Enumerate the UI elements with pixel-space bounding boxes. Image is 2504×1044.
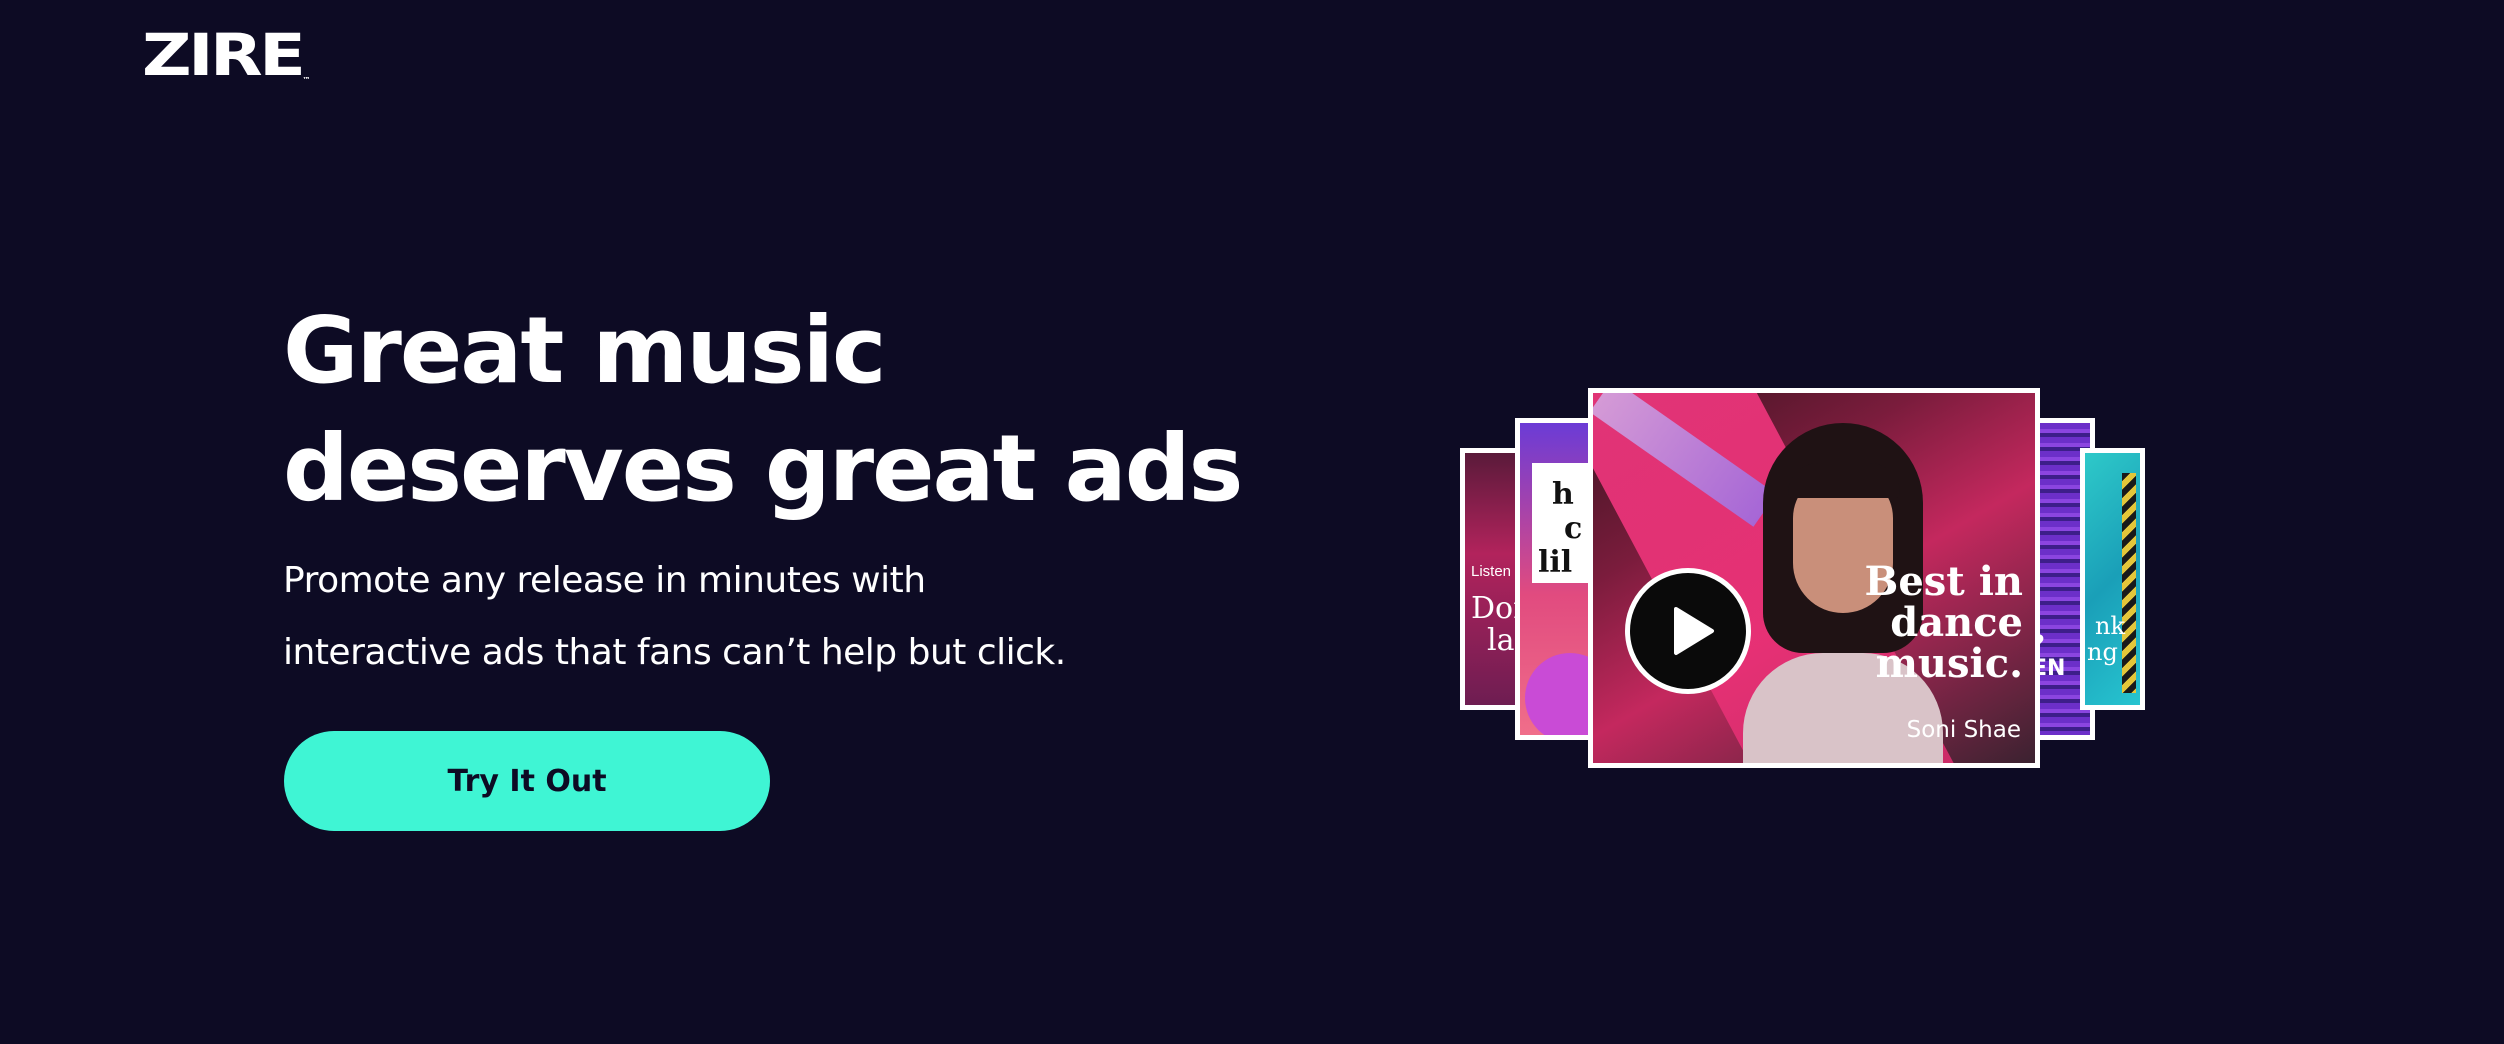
ad-card-text: h c lil — [1538, 478, 1582, 580]
hero-subtitle-line-2: interactive ads that fans can’t help but… — [283, 632, 1066, 673]
artist-name: Soni Shae — [1906, 717, 2021, 743]
ad-card-text-line: c — [1564, 511, 1583, 546]
try-it-out-button[interactable]: Try It Out — [284, 731, 770, 831]
logo-trademark: ™ — [302, 76, 311, 84]
hero-title-line-1: Great music — [283, 297, 887, 404]
ad-headline-line: Best in — [1864, 558, 2023, 605]
ad-card-back-right-2[interactable]: nk ng — [2080, 448, 2145, 710]
hero-subtitle: Promote any release in minutes with inte… — [283, 545, 1183, 689]
ad-card-text-line: ng — [2087, 638, 2118, 666]
logo-text: ZIRE — [142, 21, 306, 89]
ad-headline-line: dance — [1890, 599, 2023, 646]
ad-card-back-left-2[interactable]: Listen Dor la — [1460, 448, 1520, 710]
ad-headline-line: music. — [1875, 640, 2023, 687]
play-icon — [1674, 607, 1714, 655]
ad-card-text-line: Dor — [1471, 591, 1515, 626]
ad-card-text-line: lil — [1538, 545, 1573, 580]
ad-preview-carousel: Listen Dor la h c lil ? EN nk ng — [1455, 388, 2155, 768]
ad-card-label: Listen — [1471, 563, 1512, 580]
artist-photo-bangs — [1788, 463, 1900, 498]
ad-headline: Best in dance music. — [1865, 561, 2023, 684]
hero-subtitle-line-1: Promote any release in minutes with — [283, 560, 926, 601]
ad-card-text: Dor la — [1471, 591, 1515, 658]
zire-logo[interactable]: ZIRE™ — [142, 26, 311, 84]
hero-title: Great music deserves great ads — [283, 292, 1383, 528]
ad-card-text-line: la — [1487, 623, 1515, 658]
ad-card-main[interactable]: Best in dance music. Soni Shae — [1588, 388, 2040, 768]
ad-card-text-line: h — [1552, 477, 1574, 512]
hero-title-line-2: deserves great ads — [283, 415, 1243, 522]
ad-card-text-line: nk — [2095, 612, 2125, 640]
play-button[interactable] — [1625, 568, 1751, 694]
ad-card-text: nk ng — [2087, 613, 2125, 665]
